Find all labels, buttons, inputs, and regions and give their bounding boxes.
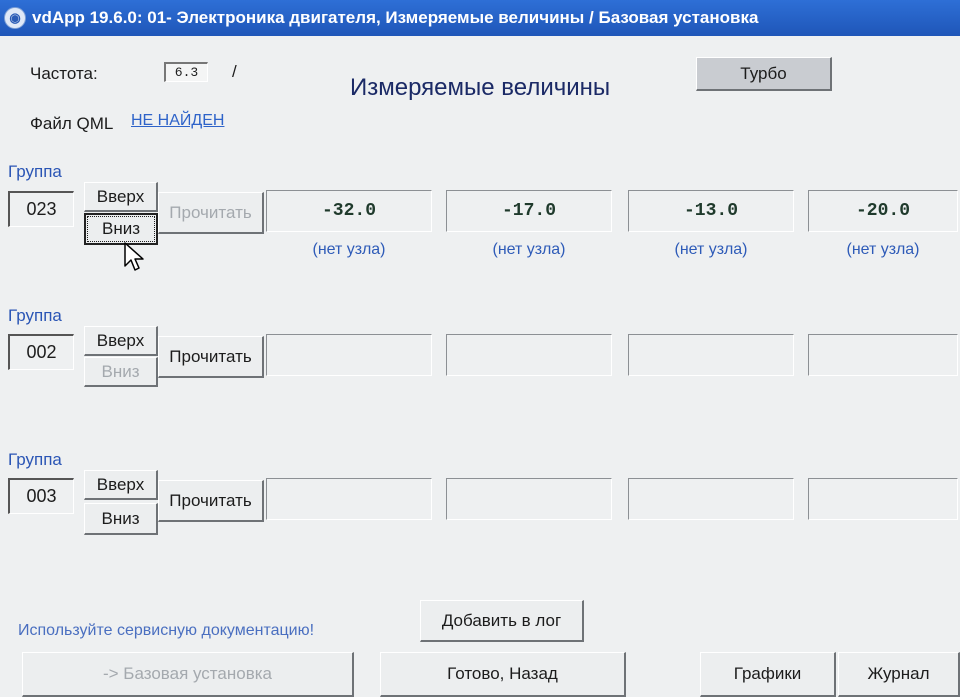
group-label: Группа <box>8 162 62 181</box>
basic-setting-button[interactable]: -> Базовая установка <box>22 652 354 697</box>
value-field-2 <box>446 334 612 376</box>
mouse-pointer-icon <box>124 242 144 271</box>
frequency-label: Частота: <box>30 64 98 83</box>
value-field-1 <box>266 334 432 376</box>
group-label: Группа <box>8 450 62 469</box>
group-number-input[interactable]: 023 <box>8 191 74 227</box>
page-title: Измеряемые величины <box>350 74 611 101</box>
group-read-button[interactable]: Прочитать <box>158 480 264 522</box>
value-field-4 <box>808 334 958 376</box>
frequency-separator: / <box>232 62 237 81</box>
add-to-log-button[interactable]: Добавить в лог <box>420 600 584 642</box>
group-down-button[interactable]: Вниз <box>84 213 158 245</box>
app-logo-icon: ◉ <box>4 7 26 29</box>
value-field-3: -13.0 <box>628 190 794 232</box>
unit-label-2: (нет узла) <box>492 241 566 258</box>
group-down-button[interactable]: Вниз <box>84 503 158 535</box>
value-field-3 <box>628 478 794 520</box>
value-field-1: -32.0 <box>266 190 432 232</box>
group-label: Группа <box>8 306 62 325</box>
done-back-button[interactable]: Готово, Назад <box>380 652 626 697</box>
group-read-button[interactable]: Прочитать <box>158 336 264 378</box>
service-documentation-hint: Используйте сервисную документацию! <box>18 622 315 639</box>
qml-file-label: Файл QML <box>30 114 114 133</box>
window-titlebar: ◉ vdApp 19.6.0: 01- Электроника двигател… <box>0 0 960 36</box>
value-field-1 <box>266 478 432 520</box>
unit-label-4: (нет узла) <box>846 241 920 258</box>
group-number-input[interactable]: 002 <box>8 334 74 370</box>
value-field-2: -17.0 <box>446 190 612 232</box>
journal-button[interactable]: Журнал <box>838 652 960 697</box>
group-up-button[interactable]: Вверх <box>84 326 158 356</box>
value-field-4: -20.0 <box>808 190 958 232</box>
value-field-4 <box>808 478 958 520</box>
graphs-button[interactable]: Графики <box>700 652 836 697</box>
group-read-button[interactable]: Прочитать <box>158 192 264 234</box>
frequency-value: 6.3 <box>164 62 208 82</box>
turbo-button[interactable]: Турбо <box>696 57 832 91</box>
window-title: vdApp 19.6.0: 01- Электроника двигателя,… <box>32 8 759 27</box>
value-field-2 <box>446 478 612 520</box>
qml-not-found-link[interactable]: НЕ НАЙДЕН <box>131 112 224 130</box>
unit-label-3: (нет узла) <box>674 241 748 258</box>
main-panel: Частота: 6.3 / Измеряемые величины Турбо… <box>0 36 960 697</box>
group-down-button[interactable]: Вниз <box>84 357 158 387</box>
group-up-button[interactable]: Вверх <box>84 470 158 500</box>
value-field-3 <box>628 334 794 376</box>
group-up-button[interactable]: Вверх <box>84 182 158 212</box>
group-number-input[interactable]: 003 <box>8 478 74 514</box>
unit-label-1: (нет узла) <box>312 241 386 258</box>
